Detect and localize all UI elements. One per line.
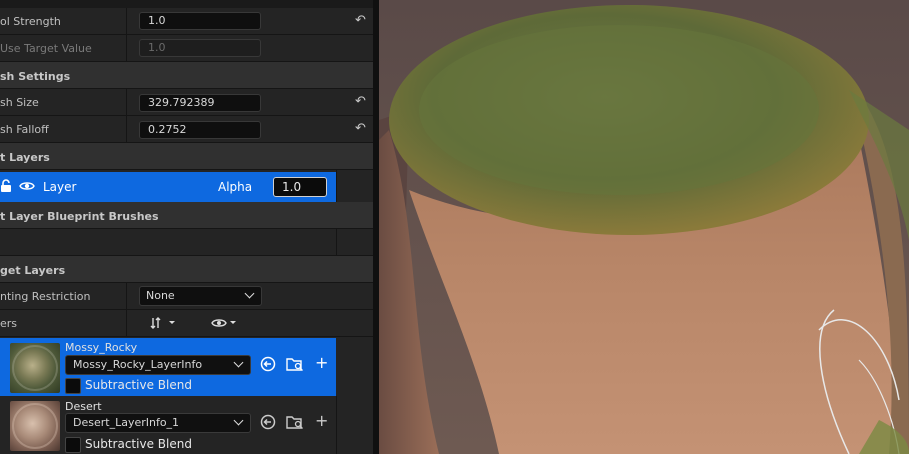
visibility-icon[interactable] [211,316,239,334]
subtractive-blend-label: Subtractive Blend [85,437,192,451]
edit-layer-blueprint-brushes-title: t Layer Blueprint Brushes [0,210,159,223]
target-layer-item[interactable]: Desert Desert_LayerInfo_1 Subtractive Bl… [0,396,373,454]
target-layers-title: get Layers [0,264,66,277]
unlock-icon[interactable] [0,179,12,197]
reset-arrow-icon[interactable]: ↶ [355,94,366,109]
target-layer-name: Desert [65,400,102,413]
target-layer-name: Mossy_Rocky [65,341,138,354]
browse-folder-icon[interactable] [286,414,304,434]
edit-layers-title: t Layers [0,151,50,164]
chevron-down-icon [233,415,244,426]
layer-name: Layer [43,180,77,194]
layers-label: ers [0,317,18,330]
eye-icon[interactable] [19,179,35,197]
chevron-down-icon [233,357,244,368]
tool-strength-row: ol Strength 1.0 ↶ [0,8,373,35]
painting-restriction-label: nting Restriction [0,290,91,303]
use-selected-icon[interactable] [260,356,276,376]
edit-layer-row[interactable]: Layer Alpha 1.0 [0,172,336,202]
painting-restriction-value: None [146,289,175,302]
brush-size-row: sh Size 329.792389 ↶ [0,89,373,116]
tool-strength-label: ol Strength [0,15,61,28]
level-viewport[interactable] [379,0,909,454]
brush-size-label: sh Size [0,96,39,109]
plus-icon[interactable]: + [315,353,328,372]
edit-layer-blueprint-brushes-category[interactable]: t Layer Blueprint Brushes [0,202,373,229]
reset-arrow-icon[interactable]: ↶ [355,121,366,136]
painting-restriction-row: nting Restriction None [0,283,373,310]
painting-restriction-dropdown[interactable]: None [139,286,262,306]
subtractive-blend-checkbox[interactable] [65,437,81,453]
browse-folder-icon[interactable] [286,356,304,376]
layer-info-dropdown[interactable]: Desert_LayerInfo_1 [65,413,251,433]
use-selected-icon[interactable] [260,414,276,434]
desert-thumbnail [10,401,60,451]
target-layer-item[interactable]: Mossy_Rocky Mossy_Rocky_LayerInfo Subtra… [0,338,336,396]
target-layers-category[interactable]: get Layers [0,256,373,283]
brush-size-field[interactable]: 329.792389 [139,94,261,112]
blueprint-brushes-row [0,229,373,256]
subtractive-blend-checkbox[interactable] [65,378,81,394]
chevron-down-icon [244,288,255,299]
layer-info-value: Desert_LayerInfo_1 [73,416,180,429]
mossy-rocky-thumbnail [10,343,60,393]
layer-info-dropdown[interactable]: Mossy_Rocky_LayerInfo [65,355,251,375]
layers-row: ers [0,310,373,337]
target-value-field[interactable]: 1.0 [139,39,261,57]
brush-settings-title: sh Settings [0,70,71,83]
plus-icon[interactable]: + [315,411,328,430]
subtractive-blend-label: Subtractive Blend [85,378,192,392]
brush-settings-category[interactable]: sh Settings [0,62,373,89]
use-target-value-row: Use Target Value 1.0 [0,35,373,62]
landscape-details-panel: ol Strength 1.0 ↶ Use Target Value 1.0 s… [0,0,373,454]
alpha-label: Alpha [218,180,253,194]
layer-info-value: Mossy_Rocky_LayerInfo [73,358,203,371]
brush-falloff-row: sh Falloff 0.2752 ↶ [0,116,373,143]
use-target-value-label: Use Target Value [0,42,92,55]
brush-falloff-label: sh Falloff [0,123,49,136]
reset-arrow-icon[interactable]: ↶ [355,13,366,28]
alpha-field[interactable]: 1.0 [273,177,327,197]
brush-falloff-field[interactable]: 0.2752 [139,121,261,139]
landscape-viewport-image [379,0,909,454]
tool-strength-field[interactable]: 1.0 [139,12,261,30]
sort-icon[interactable] [150,316,178,334]
edit-layers-category[interactable]: t Layers [0,143,373,170]
